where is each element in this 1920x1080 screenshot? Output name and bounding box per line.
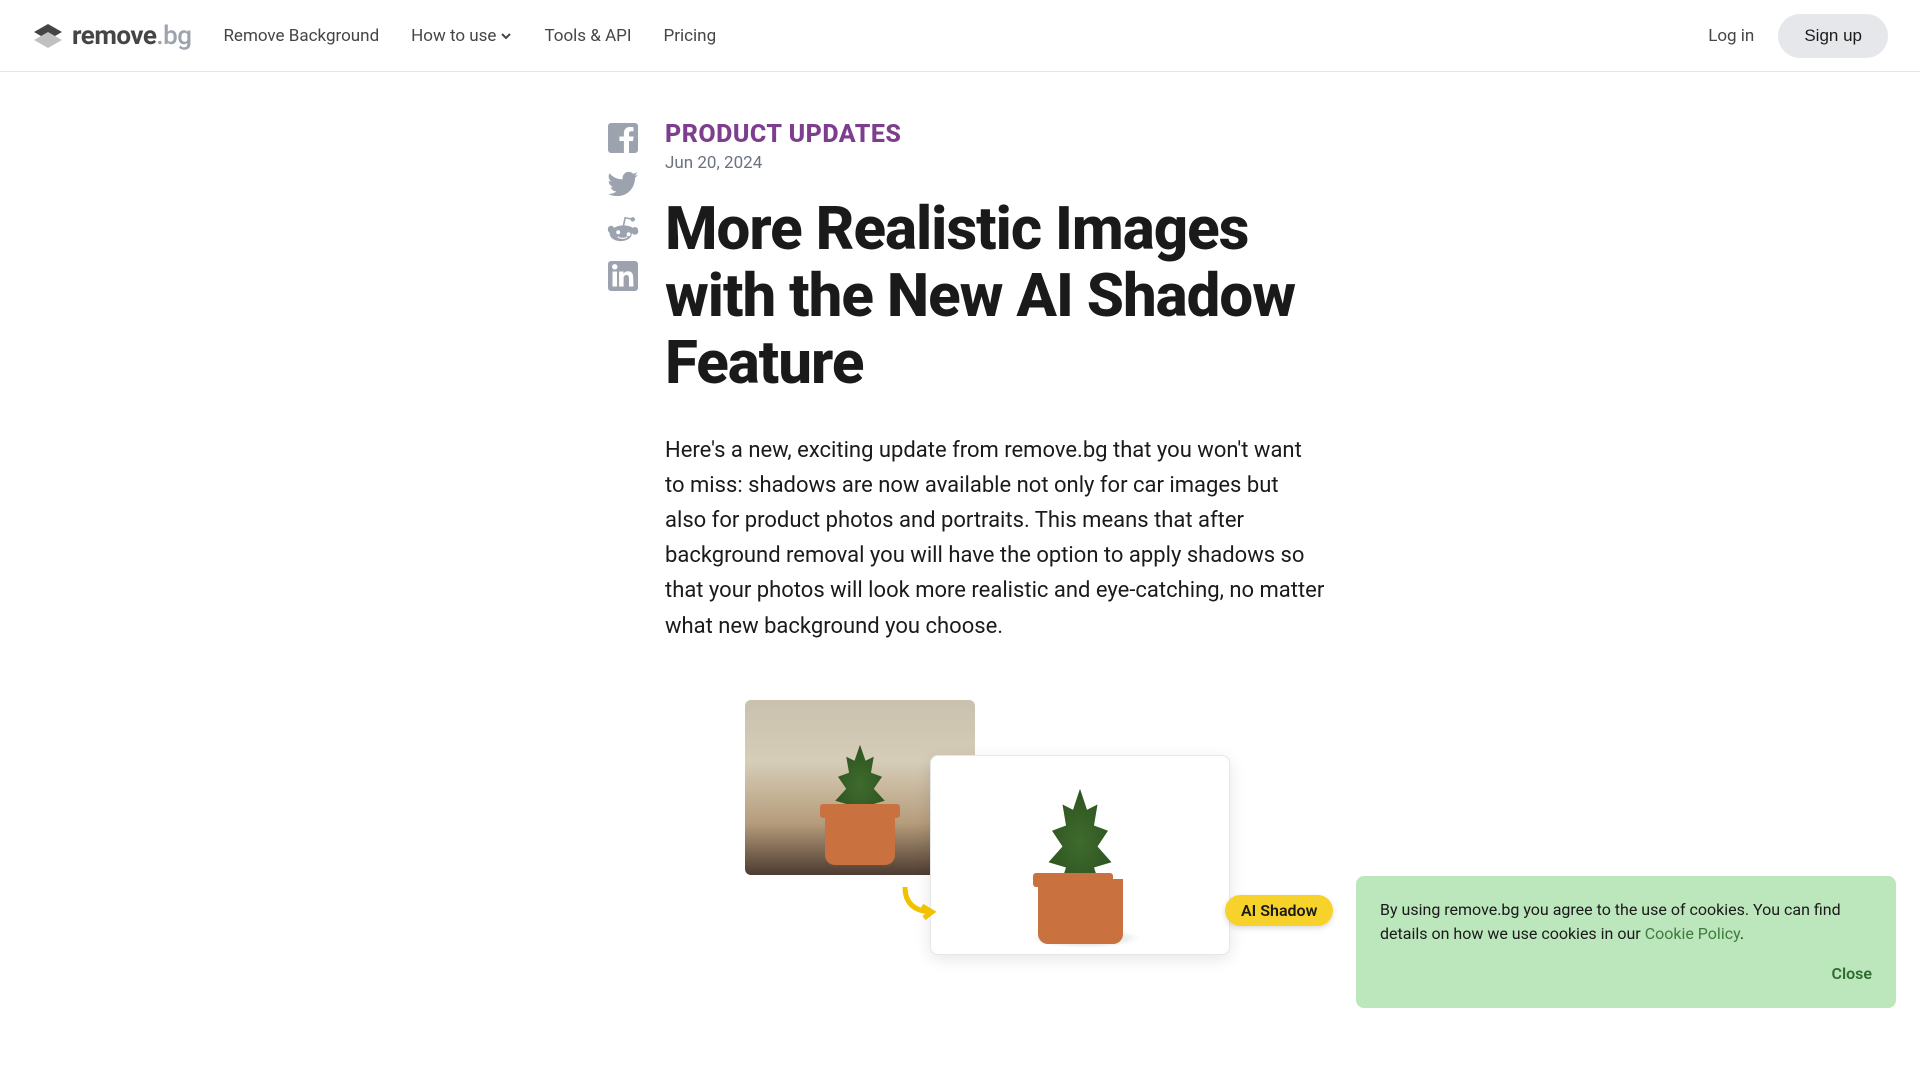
brand-logo[interactable]: remove.bg [32, 20, 191, 52]
signup-button[interactable]: Sign up [1778, 14, 1888, 58]
share-column [0, 120, 665, 980]
pot-icon [825, 810, 895, 865]
article-figure: AI Shadow [745, 700, 1305, 980]
brand-main: remove [72, 21, 156, 51]
chevron-down-icon [500, 30, 512, 42]
cookie-policy-link[interactable]: Cookie Policy [1645, 924, 1740, 943]
nav-tools-api[interactable]: Tools & API [544, 26, 631, 46]
ai-shadow-badge: AI Shadow [1225, 895, 1333, 926]
article-body: Here's a new, exciting update from remov… [665, 433, 1325, 644]
brand-text: remove.bg [72, 21, 191, 51]
figure-result-image [930, 755, 1230, 955]
share-icons [605, 120, 641, 980]
nav-how-to-use[interactable]: How to use [411, 26, 512, 46]
article-category: PRODUCT UPDATES [665, 120, 1325, 149]
twitter-icon[interactable] [605, 166, 641, 202]
article-date: Jun 20, 2024 [665, 153, 1325, 173]
cookie-text-before: By using remove.bg you agree to the use … [1380, 900, 1841, 943]
facebook-icon[interactable] [605, 120, 641, 156]
curved-arrow-icon [900, 882, 940, 922]
nav-pricing[interactable]: Pricing [664, 26, 717, 46]
header-right: Log in Sign up [1708, 14, 1888, 58]
brand-suffix: .bg [156, 21, 191, 51]
article: PRODUCT UPDATES Jun 20, 2024 More Realis… [665, 120, 1325, 980]
logo-mark-icon [32, 20, 64, 52]
main-nav: Remove Background How to use Tools & API… [223, 26, 716, 46]
reddit-icon[interactable] [605, 212, 641, 248]
article-title: More Realistic Images with the New AI Sh… [665, 195, 1325, 397]
login-link[interactable]: Log in [1708, 26, 1754, 46]
cookie-text-after: . [1740, 924, 1744, 943]
nav-remove-background[interactable]: Remove Background [223, 26, 379, 46]
cookie-banner: By using remove.bg you agree to the use … [1356, 876, 1896, 1008]
nav-how-to-use-label: How to use [411, 26, 496, 46]
main-content: PRODUCT UPDATES Jun 20, 2024 More Realis… [0, 72, 1920, 980]
linkedin-icon[interactable] [605, 258, 641, 294]
site-header: remove.bg Remove Background How to use T… [0, 0, 1920, 72]
pot-icon [1038, 879, 1123, 944]
cookie-close-button[interactable]: Close [1380, 962, 1872, 986]
